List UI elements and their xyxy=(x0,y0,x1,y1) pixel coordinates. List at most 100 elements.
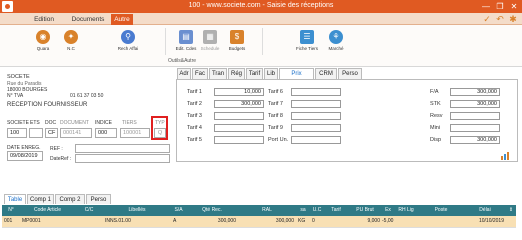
ribbon-tab-autre[interactable]: Autre xyxy=(111,14,133,25)
disp-input[interactable]: 300,000 xyxy=(450,136,500,144)
tarif-3-input[interactable] xyxy=(214,112,264,120)
indice-input[interactable]: 000 xyxy=(95,128,117,138)
stk-input[interactable]: 300,000 xyxy=(450,100,500,108)
tarif-5-input[interactable] xyxy=(214,136,264,144)
toolbar-group-label: Outils&Autre xyxy=(167,58,197,64)
tarif-2-input[interactable]: 300,000 xyxy=(214,100,264,108)
col-header-sa[interactable]: S/A xyxy=(171,205,186,216)
fiche-tiers-button[interactable]: ☰ Fiche Tiers xyxy=(292,30,322,56)
nc-button[interactable]: ✦ N.C xyxy=(56,30,86,56)
schedule-icon: ▦ xyxy=(203,30,217,44)
tab-fac[interactable]: Fac xyxy=(192,68,208,79)
col-header-rh-lig[interactable]: RH Lig xyxy=(394,205,418,216)
doc-input[interactable]: CF xyxy=(45,128,58,138)
toolbar: ◉ Quara ✦ N.C ⚲ Rech Affai ▤ Edit. Cdes … xyxy=(0,25,522,67)
col-header-ex[interactable]: Ex xyxy=(382,205,394,216)
mini-input[interactable] xyxy=(450,124,500,132)
col-header-code-article[interactable]: Code Article xyxy=(20,205,75,216)
tiers-input[interactable]: 100001 xyxy=(120,128,150,138)
tarif-6-input[interactable] xyxy=(291,88,341,96)
cell-ex: -5,00 xyxy=(382,218,394,224)
cell-delai: 10/10/2019 xyxy=(478,218,504,224)
ets-header: ETS xyxy=(30,120,40,126)
budgets-button[interactable]: $ Budgets xyxy=(222,30,252,56)
ribbon-tab-edition[interactable]: Edition xyxy=(30,14,58,25)
cell-qte-rec: 300,000 xyxy=(217,218,236,224)
tab-adr[interactable]: Adr xyxy=(177,68,191,79)
chart-icon[interactable] xyxy=(500,152,510,160)
col-header-ral[interactable]: RAL xyxy=(238,205,296,216)
tab-comp-1[interactable]: Comp 1 xyxy=(27,194,54,204)
fa-input[interactable]: 300,000 xyxy=(450,88,500,96)
tab-lib[interactable]: Lib xyxy=(264,68,278,79)
col-header-qte-rec[interactable]: Qté Rec. xyxy=(186,205,238,216)
quara-button[interactable]: ◉ Quara xyxy=(28,30,58,56)
nc-label: N.C xyxy=(67,46,75,51)
col-header-delai[interactable]: Délai xyxy=(464,205,506,216)
tarif-1-input[interactable]: 10,000 xyxy=(214,88,264,96)
col-header-poste[interactable]: Poste xyxy=(418,205,464,216)
cell-rh-lig xyxy=(394,216,418,227)
societe-header: SOCIETE xyxy=(7,120,29,126)
document-icon: ▤ xyxy=(179,30,193,44)
maximize-button[interactable]: ❐ xyxy=(494,1,506,12)
column-options-icon[interactable]: ⇕ xyxy=(506,205,516,216)
document-input[interactable]: 000141 xyxy=(60,128,92,138)
date-enreg-input[interactable]: 09/08/2019 xyxy=(7,151,43,161)
cell-uc: 0 xyxy=(312,218,315,224)
tarif-4-input[interactable] xyxy=(214,124,264,132)
fiche-tiers-label: Fiche Tiers xyxy=(295,46,318,51)
rech-affai-button[interactable]: ⚲ Rech Affai xyxy=(113,30,143,56)
toolbar-separator xyxy=(165,28,166,55)
tab-table[interactable]: Table xyxy=(4,194,26,204)
marche-label: Marché xyxy=(328,46,344,51)
settings-icon[interactable]: ✱ xyxy=(508,14,518,24)
col-header-sa2[interactable]: sa xyxy=(296,205,310,216)
tarif-9-input[interactable] xyxy=(291,124,341,132)
indice-header: INDICE xyxy=(95,120,112,126)
table-header: N° Code Article C/C Libellés S/A Qté Rec… xyxy=(2,205,516,216)
table-row[interactable]: 001 MP0001 INNS.01.00 A 300,000 300,000 … xyxy=(2,216,516,227)
tab-prix[interactable]: Prix xyxy=(279,68,314,79)
window-title: 100 - www.societe.com - Saisie des récep… xyxy=(188,2,334,9)
tab-reg[interactable]: Rég xyxy=(228,68,245,79)
tarif-7-input[interactable] xyxy=(291,100,341,108)
resv-input[interactable] xyxy=(450,112,500,120)
tab-tarif[interactable]: Tarif xyxy=(246,68,263,79)
budget-icon: $ xyxy=(230,30,244,44)
check-icon[interactable]: ✓ xyxy=(482,14,492,24)
societe-input[interactable]: 100 xyxy=(7,128,27,138)
doc-header: DOC xyxy=(45,120,57,126)
ribbon-tab-documents[interactable]: Documents xyxy=(66,14,110,25)
col-header-no[interactable]: N° xyxy=(2,205,20,216)
tab-tran[interactable]: Tran xyxy=(209,68,227,79)
close-button[interactable]: ✕ xyxy=(508,1,520,12)
search-affair-icon: ⚲ xyxy=(121,30,135,44)
tarif-3-label: Tarif 3 xyxy=(187,113,202,119)
port-un-label: Port Un. xyxy=(268,137,289,143)
col-header-uc[interactable]: U.C xyxy=(310,205,324,216)
dateref-input[interactable] xyxy=(75,154,170,163)
document-header: DOCUMENT xyxy=(60,120,89,126)
cell-unit: KG xyxy=(298,218,306,224)
schedule-button[interactable]: ▦ Schedule xyxy=(195,30,225,56)
tab-perso-bottom[interactable]: Perso xyxy=(86,194,111,204)
col-header-tarif[interactable]: Tarif xyxy=(324,205,348,216)
disp-label: Disp xyxy=(430,137,442,143)
col-header-cc[interactable]: C/C xyxy=(75,205,103,216)
ref-input[interactable] xyxy=(75,144,170,153)
marche-button[interactable]: ⚘ Marché xyxy=(321,30,351,56)
col-header-libelles[interactable]: Libellés xyxy=(103,205,171,216)
port-un-input[interactable] xyxy=(291,136,341,144)
tarif-8-input[interactable] xyxy=(291,112,341,120)
minimize-button[interactable]: — xyxy=(480,1,492,12)
cell-ral: 300,000 xyxy=(275,218,294,224)
schedule-label: Schedule xyxy=(200,46,220,51)
ets-input[interactable] xyxy=(29,128,43,138)
company-phone: 01 61 37 03 50 xyxy=(70,93,104,99)
tab-crm[interactable]: CRM xyxy=(315,68,337,79)
col-header-pu-brut[interactable]: PU Brut xyxy=(348,205,382,216)
tab-perso[interactable]: Perso xyxy=(338,68,362,79)
undo-icon[interactable]: ↶ xyxy=(495,14,505,24)
tab-comp-2[interactable]: Comp 2 xyxy=(55,194,85,204)
